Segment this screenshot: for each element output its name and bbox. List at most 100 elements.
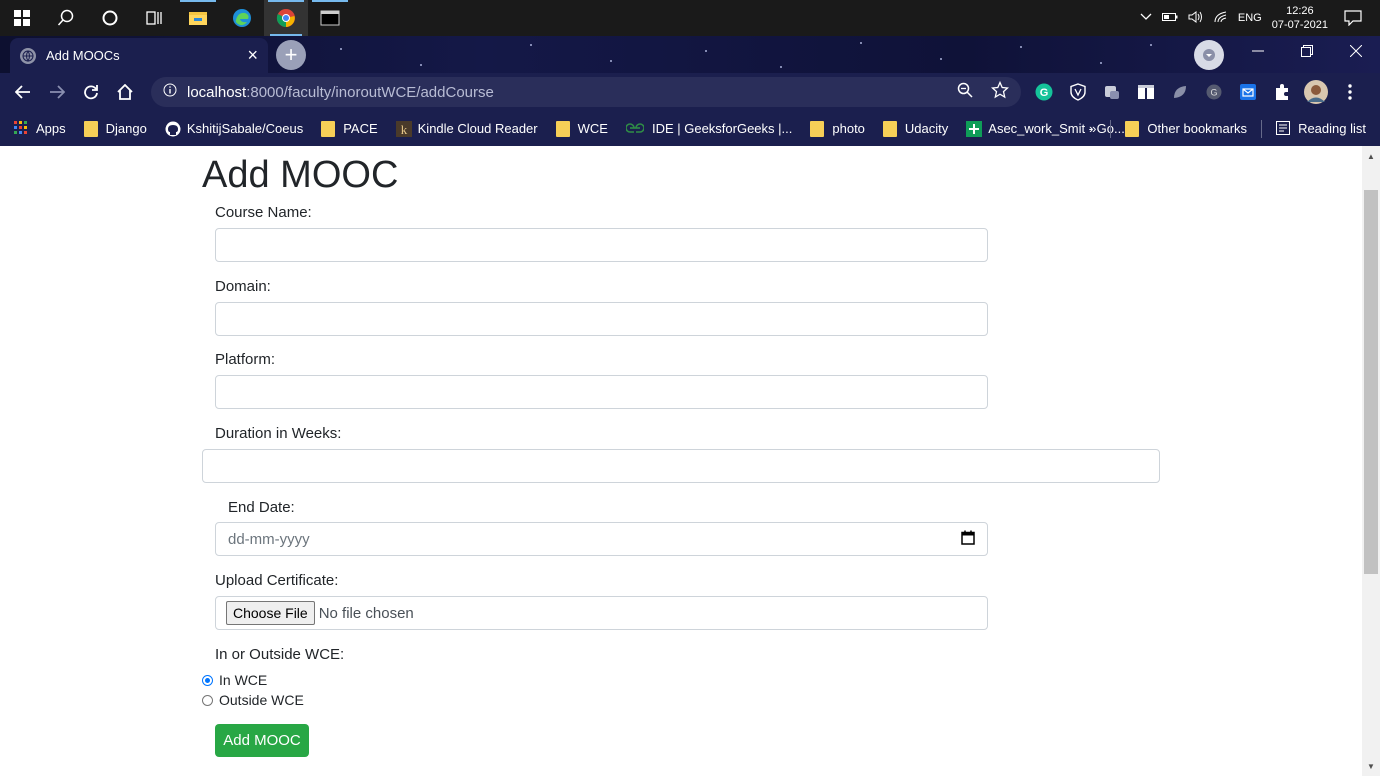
restore-icon[interactable] [1282, 36, 1331, 66]
reader-icon[interactable] [1134, 80, 1158, 104]
radio-in-wce[interactable]: In WCE [202, 672, 267, 688]
platform-input[interactable] [215, 375, 988, 409]
mail-extension-icon[interactable] [1236, 80, 1260, 104]
leaf-extension-icon[interactable] [1168, 80, 1192, 104]
svg-text:G: G [1210, 88, 1217, 98]
globe-icon [20, 47, 36, 64]
domain-input[interactable] [215, 302, 988, 336]
window-close-icon[interactable] [1331, 36, 1380, 66]
forward-icon[interactable] [40, 75, 74, 109]
chrome-icon[interactable] [264, 0, 308, 36]
end-date-input[interactable]: dd-mm-yyyy [215, 522, 988, 556]
separator [1261, 119, 1263, 138]
no-file-text: No file chosen [318, 604, 414, 622]
radio-button[interactable] [202, 694, 213, 706]
zoom-icon[interactable] [957, 82, 973, 102]
kindle-icon: k [395, 120, 412, 137]
clock[interactable]: 12:26 07-07-2021 [1272, 4, 1328, 32]
reload-icon[interactable] [74, 75, 108, 109]
radio-outside-wce[interactable]: Outside WCE [202, 692, 304, 708]
new-tab-button[interactable]: + [276, 40, 306, 70]
bookmark-label: Udacity [904, 121, 949, 136]
wifi-icon[interactable] [1214, 11, 1228, 26]
bookmark-label: Kindle Cloud Reader [417, 121, 538, 136]
search-icon[interactable] [44, 0, 88, 36]
tab-strip: Add MOOCs × + [0, 36, 1380, 73]
volume-icon[interactable] [1188, 10, 1204, 26]
duration-input[interactable] [202, 449, 1160, 483]
close-icon[interactable]: × [247, 45, 258, 66]
calendar-icon[interactable] [961, 530, 975, 549]
g-extension-icon[interactable]: G [1202, 80, 1226, 104]
radio-label: Outside WCE [219, 692, 304, 708]
avatar[interactable] [1304, 80, 1328, 104]
add-mooc-button[interactable]: Add MOOC [215, 724, 309, 757]
radio-button[interactable] [202, 674, 213, 686]
extension-cube-icon[interactable] [1100, 80, 1124, 104]
extensions-area: G G [1032, 77, 1362, 107]
platform-label: Platform: [215, 351, 276, 368]
back-icon[interactable] [6, 75, 40, 109]
scroll-up-icon[interactable]: ▲ [1362, 148, 1380, 164]
language-indicator[interactable]: ENG [1238, 12, 1262, 24]
tab-add-moocs[interactable]: Add MOOCs × [10, 38, 268, 73]
svg-text:k: k [400, 122, 407, 137]
tab-title: Add MOOCs [46, 48, 120, 63]
grammarly-icon[interactable]: G [1032, 80, 1056, 104]
bookmark-django[interactable]: Django [83, 120, 147, 137]
minimize-icon[interactable] [1233, 36, 1282, 66]
bookmark-star-icon[interactable] [990, 80, 1010, 103]
bookmark-coeus[interactable]: KshitijSabale/Coeus [165, 121, 303, 137]
folder-icon [555, 120, 570, 137]
battery-icon[interactable] [1161, 12, 1178, 25]
other-bookmarks-label: Other bookmarks [1147, 121, 1248, 136]
system-tray: ENG 12:26 07-07-2021 [1140, 0, 1380, 36]
folder-icon [810, 120, 825, 137]
choose-file-button[interactable]: Choose File [226, 601, 315, 625]
bookmark-gfg[interactable]: IDE | GeeksforGeeks |... [625, 121, 793, 137]
course-name-label: Course Name: [215, 204, 312, 221]
geeksforgeeks-icon [625, 121, 645, 137]
folder-icon [321, 120, 336, 137]
cortana-icon[interactable] [88, 0, 132, 36]
page-scrollbar[interactable]: ▲ ▼ [1362, 146, 1380, 776]
site-info-icon[interactable] [163, 83, 177, 101]
address-bar[interactable]: localhost:8000/faculty/inoroutWCE/addCou… [151, 77, 1021, 107]
certificate-label: Upload Certificate: [215, 572, 339, 589]
location-label: In or Outside WCE: [215, 646, 345, 663]
scrollbar-thumb[interactable] [1364, 190, 1378, 574]
end-date-label: End Date: [228, 499, 295, 516]
bookmarks-overflow[interactable]: » [1089, 121, 1096, 136]
bookmark-photo[interactable]: photo [810, 120, 865, 137]
url-host: localhost [187, 83, 247, 101]
bookmark-pace[interactable]: PACE [321, 120, 378, 137]
course-name-input[interactable] [215, 228, 988, 262]
bookmark-label: PACE [343, 121, 378, 136]
other-bookmarks[interactable]: Other bookmarks [1125, 120, 1248, 137]
menu-dots-icon[interactable] [1338, 80, 1362, 104]
svg-text:G: G [1040, 87, 1049, 99]
home-icon[interactable] [108, 75, 142, 109]
tab-search-icon[interactable] [1194, 40, 1224, 70]
bookmark-label: WCE [577, 121, 608, 136]
shield-icon[interactable] [1066, 80, 1090, 104]
windows-start-icon[interactable] [0, 0, 44, 36]
bookmark-udacity[interactable]: Udacity [882, 120, 949, 137]
chevron-up-icon[interactable] [1140, 12, 1152, 24]
clock-date: 07-07-2021 [1271, 19, 1328, 31]
task-view-icon[interactable] [132, 0, 176, 36]
scroll-down-icon[interactable]: ▼ [1362, 758, 1380, 774]
bookmark-wce[interactable]: WCE [555, 120, 608, 137]
bookmark-kindle[interactable]: k Kindle Cloud Reader [395, 120, 538, 137]
bookmark-apps[interactable]: Apps [14, 120, 66, 137]
extensions-puzzle-icon[interactable] [1270, 80, 1294, 104]
reading-list-label: Reading list [1298, 121, 1366, 136]
edge-icon[interactable] [220, 0, 264, 36]
notifications-icon[interactable] [1338, 0, 1368, 36]
file-explorer-icon[interactable] [176, 0, 220, 36]
url-path: :8000/faculty/inoroutWCE/addCourse [246, 83, 494, 101]
windows-taskbar: ENG 12:26 07-07-2021 [0, 0, 1380, 36]
terminal-icon[interactable] [308, 0, 352, 36]
reading-list[interactable]: Reading list [1276, 120, 1366, 137]
bookmark-label: IDE | GeeksforGeeks |... [651, 121, 793, 136]
